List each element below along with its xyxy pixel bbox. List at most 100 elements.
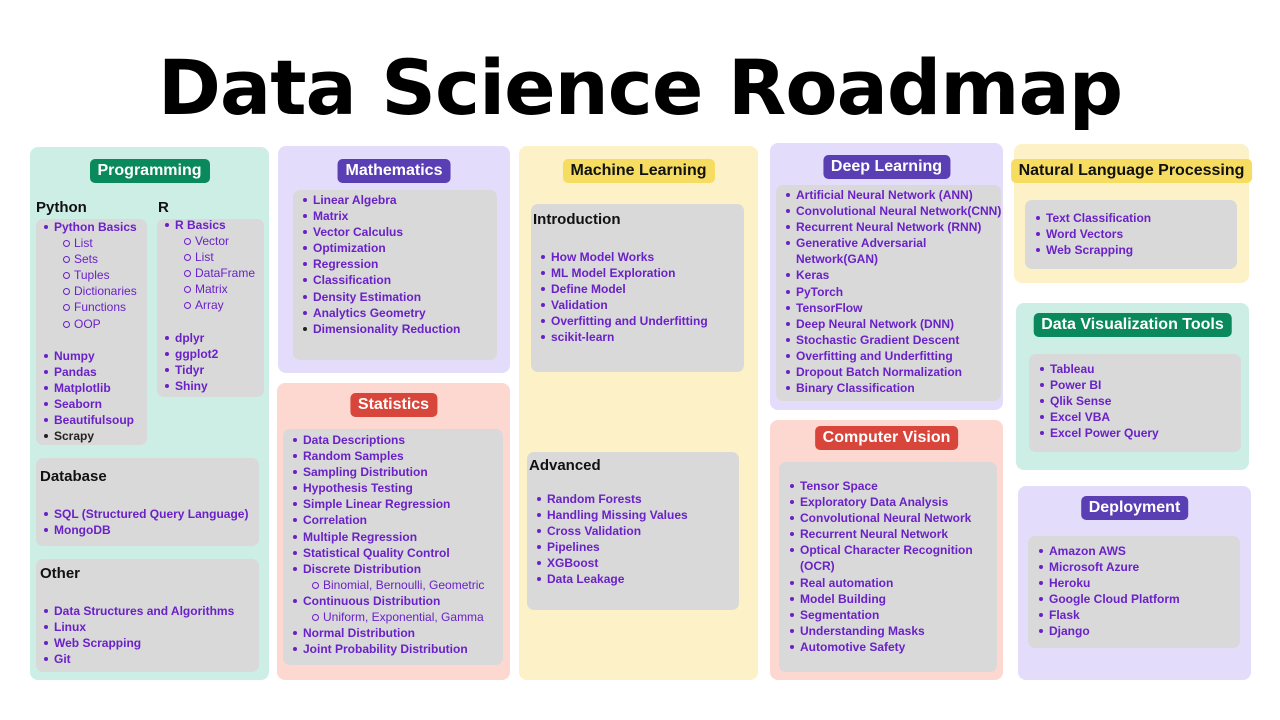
advanced-heading: Advanced	[529, 457, 601, 474]
list-item: Random Samples	[291, 448, 484, 464]
list-item: Qlik Sense	[1038, 393, 1159, 409]
statistics-panel: Statistics Data Descriptions Random Samp…	[277, 383, 510, 680]
list-item: SQL (Structured Query Language)	[42, 506, 248, 522]
statistics-list: Data Descriptions Random Samples Samplin…	[291, 432, 484, 657]
list-item: PyTorch	[784, 284, 1001, 300]
deployment-box: Amazon AWS Microsoft Azure Heroku Google…	[1028, 536, 1240, 648]
list-item: Pandas	[42, 364, 137, 380]
list-item: Django	[1037, 623, 1180, 639]
deployment-header: Deployment	[1080, 496, 1189, 520]
nlp-panel: Natural Language Processing Text Classif…	[1010, 144, 1253, 283]
list-item: Simple Linear Regression	[291, 496, 484, 512]
list-item: ML Model Exploration	[539, 265, 708, 281]
other-list: Data Structures and Algorithms Linux Web…	[42, 603, 234, 667]
list-item: List	[163, 249, 255, 265]
deployment-list: Amazon AWS Microsoft Azure Heroku Google…	[1037, 543, 1180, 640]
python-box: Python Basics List Sets Tuples Dictionar…	[36, 219, 147, 445]
other-box: Other Data Structures and Algorithms Lin…	[36, 559, 259, 672]
list-item: MongoDB	[42, 522, 248, 538]
list-item: Shiny	[163, 378, 255, 394]
list-item: Linux	[42, 619, 234, 635]
data-visualization-box: Tableau Power BI Qlik Sense Excel VBA Ex…	[1029, 354, 1241, 452]
list-item: Exploratory Data Analysis	[788, 494, 973, 510]
list-item: Data Leakage	[535, 571, 688, 587]
list-item: Correlation	[291, 512, 484, 528]
list-item: Random Forests	[535, 491, 688, 507]
deployment-panel: Deployment Amazon AWS Microsoft Azure He…	[1018, 486, 1251, 680]
programming-panel: Programming Python Python Basics List Se…	[30, 147, 269, 680]
list-item: Statistical Quality Control	[291, 545, 484, 561]
list-item: Model Building	[788, 591, 973, 607]
list-item: Python Basics	[42, 219, 137, 235]
list-item: Dimensionality Reduction	[301, 321, 460, 337]
list-item: Excel VBA	[1038, 409, 1159, 425]
advanced-list: Random Forests Handling Missing Values C…	[535, 491, 688, 588]
nlp-list: Text Classification Word Vectors Web Scr…	[1034, 210, 1151, 258]
r-list: R Basics Vector List DataFrame Matrix Ar…	[163, 217, 255, 394]
list-item: Matrix	[301, 208, 460, 224]
python-list: Python Basics List Sets Tuples Dictionar…	[42, 219, 137, 444]
data-visualization-header: Data Visualization Tools	[1033, 313, 1232, 337]
list-item: Convolutional Neural Network	[788, 510, 973, 526]
list-item: Regression	[301, 256, 460, 272]
list-item: Uniform, Exponential, Gamma	[291, 609, 484, 625]
list-item: Analytics Geometry	[301, 305, 460, 321]
nlp-box: Text Classification Word Vectors Web Scr…	[1025, 200, 1237, 269]
list-item: dplyr	[163, 330, 255, 346]
list-item: Web Scrapping	[1034, 242, 1151, 258]
mathematics-panel: Mathematics Linear Algebra Matrix Vector…	[278, 146, 510, 373]
list-item: Scrapy	[42, 428, 137, 444]
list-item: Dictionaries	[42, 283, 137, 299]
list-item: Optical Character Recognition	[788, 542, 973, 558]
list-item: DataFrame	[163, 265, 255, 281]
list-item: scikit-learn	[539, 329, 708, 345]
list-item: Hypothesis Testing	[291, 480, 484, 496]
computer-vision-header: Computer Vision	[814, 426, 959, 450]
list-item: Multiple Regression	[291, 529, 484, 545]
list-item: Data Structures and Algorithms	[42, 603, 234, 619]
mathematics-list: Linear Algebra Matrix Vector Calculus Op…	[301, 192, 460, 337]
list-item: Matrix	[163, 281, 255, 297]
list-item: Continuous Distribution	[291, 593, 484, 609]
list-item: Pipelines	[535, 539, 688, 555]
list-item: Tuples	[42, 267, 137, 283]
mathematics-header: Mathematics	[337, 159, 451, 183]
list-item: Data Descriptions	[291, 432, 484, 448]
list-item: Sampling Distribution	[291, 464, 484, 480]
list-item: Vector	[163, 233, 255, 249]
list-item: Binomial, Bernoulli, Geometric	[291, 577, 484, 593]
list-item: Classification	[301, 272, 460, 288]
data-visualization-panel: Data Visualization Tools Tableau Power B…	[1016, 303, 1249, 470]
list-item: Array	[163, 297, 255, 313]
list-item: Beautifulsoup	[42, 412, 137, 428]
list-item: Handling Missing Values	[535, 507, 688, 523]
list-item: R Basics	[163, 217, 255, 233]
list-item: Power BI	[1038, 377, 1159, 393]
list-item: Functions	[42, 299, 137, 315]
introduction-heading: Introduction	[533, 211, 621, 228]
other-heading: Other	[40, 565, 81, 582]
list-item: Dropout Batch Normalization	[784, 364, 1001, 380]
deep-learning-box: Artificial Neural Network (ANN) Convolut…	[776, 185, 1001, 401]
list-item: Web Scrapping	[42, 635, 234, 651]
statistics-header: Statistics	[349, 393, 438, 417]
data-visualization-list: Tableau Power BI Qlik Sense Excel VBA Ex…	[1038, 361, 1159, 441]
mathematics-box: Linear Algebra Matrix Vector Calculus Op…	[293, 190, 497, 360]
list-item: Numpy	[42, 348, 137, 364]
computer-vision-list: Tensor Space Exploratory Data Analysis C…	[788, 478, 973, 655]
list-item: TensorFlow	[784, 300, 1001, 316]
list-item: Overfitting and Underfitting	[784, 348, 1001, 364]
list-item: Validation	[539, 297, 708, 313]
list-item: Flask	[1037, 607, 1180, 623]
introduction-list: How Model Works ML Model Exploration Def…	[539, 249, 708, 346]
list-item: OOP	[42, 316, 137, 332]
list-item: Seaborn	[42, 396, 137, 412]
list-item: XGBoost	[535, 555, 688, 571]
advanced-box: Advanced Random Forests Handling Missing…	[527, 452, 739, 610]
list-item: Overfitting and Underfitting	[539, 313, 708, 329]
list-item: How Model Works	[539, 249, 708, 265]
list-item: Tidyr	[163, 362, 255, 378]
list-item: Git	[42, 651, 234, 667]
list-item: Discrete Distribution	[291, 561, 484, 577]
list-item: Define Model	[539, 281, 708, 297]
